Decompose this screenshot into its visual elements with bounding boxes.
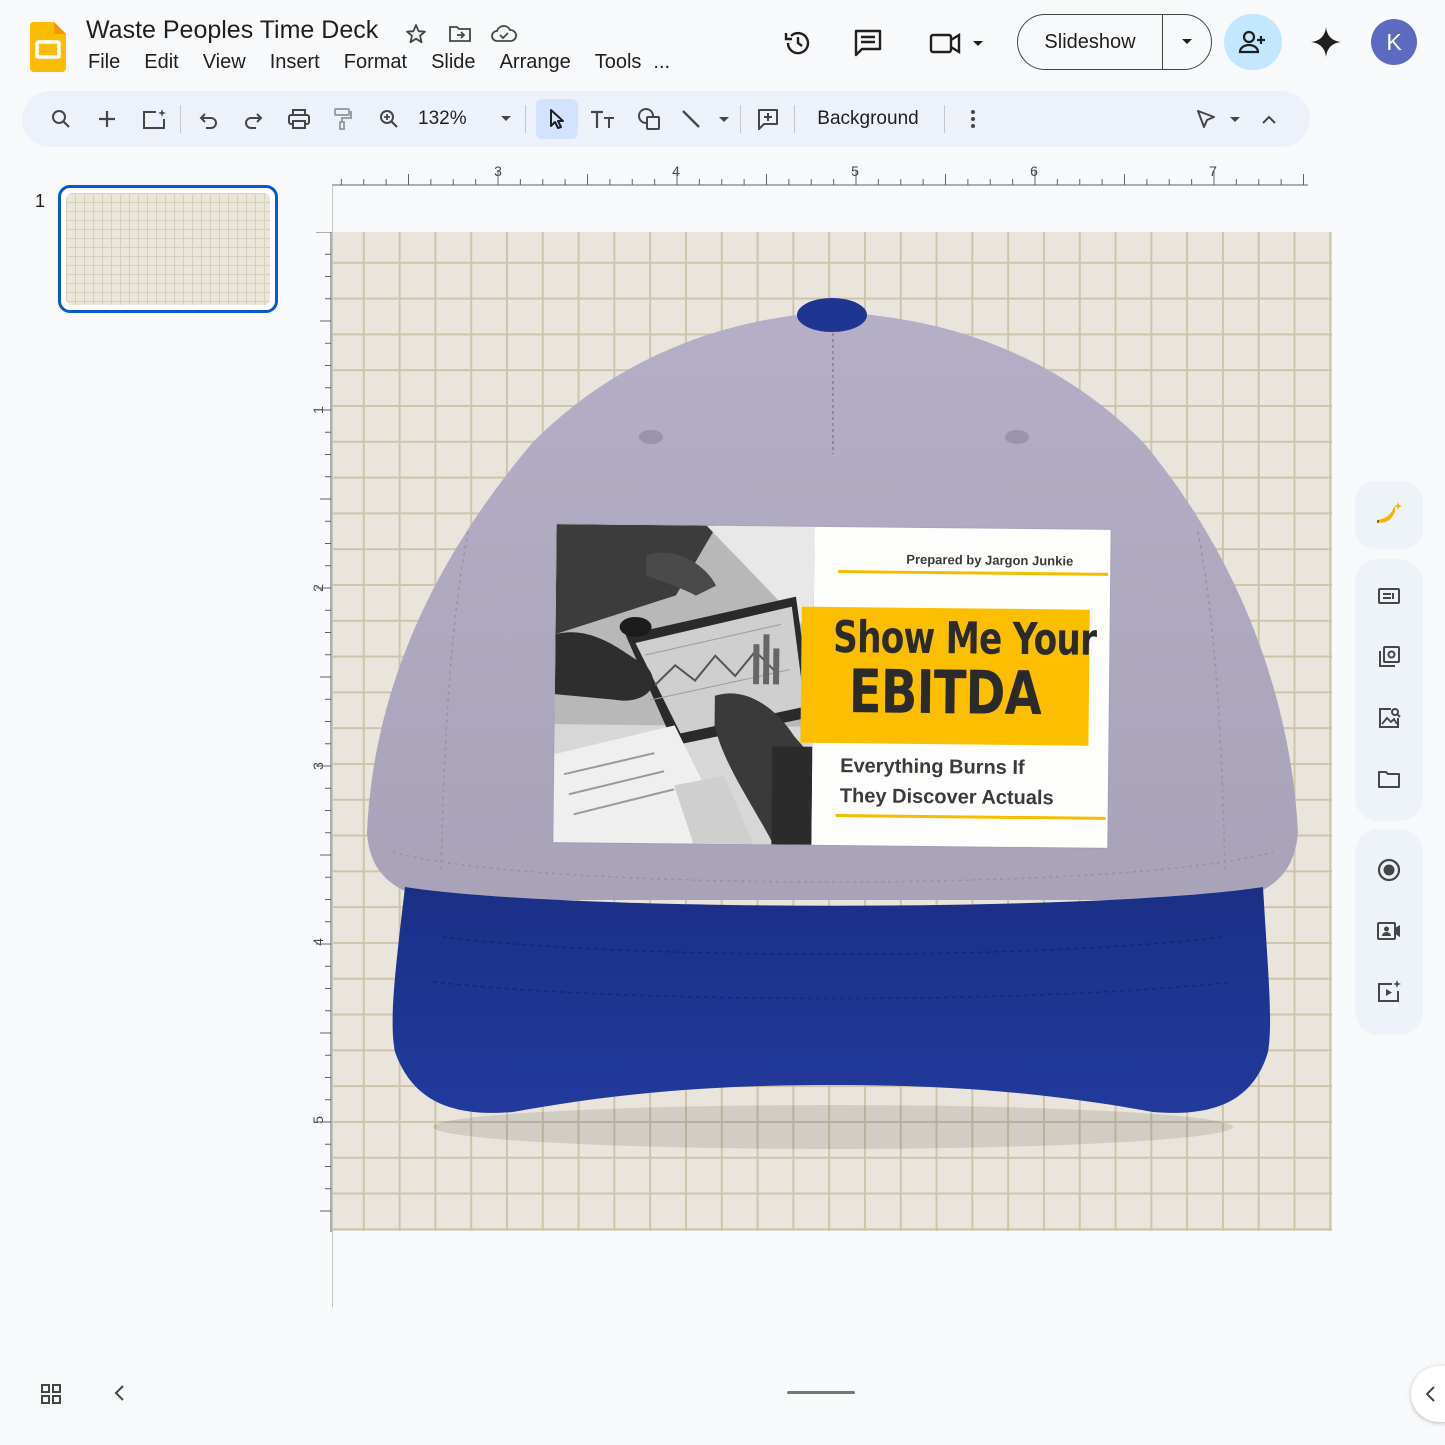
version-history-icon[interactable]	[779, 24, 817, 62]
speaker-notes-drag-handle[interactable]	[787, 1391, 855, 1394]
accent-line-top	[838, 570, 1109, 576]
line-tool-icon[interactable]	[676, 99, 734, 139]
slide-thumbnail[interactable]	[58, 185, 278, 313]
subheadline-line2: They Discover Actuals	[839, 785, 1054, 810]
business-chart-photo	[553, 524, 815, 845]
horizontal-ruler[interactable]: 3 4 5 6 7	[332, 160, 1308, 186]
slideshow-button[interactable]: Slideshow	[1018, 15, 1163, 69]
menu-edit[interactable]: Edit	[132, 51, 190, 74]
video-sparkle-icon[interactable]	[1375, 978, 1403, 1006]
document-title[interactable]: Waste Peoples Time Deck	[86, 16, 378, 45]
headline-line1: Show Me Your	[832, 612, 1097, 666]
shape-icon[interactable]	[630, 99, 668, 139]
ruler-label-5v: 5	[310, 1116, 326, 1124]
new-slide-with-layout-icon[interactable]	[134, 99, 174, 139]
speaker-notes-icon[interactable]	[1375, 582, 1403, 610]
ruler-label-7: 7	[1209, 163, 1217, 179]
accent-line-bottom	[835, 814, 1106, 820]
move-to-folder-icon[interactable]	[446, 20, 474, 48]
side-panel-tools	[1355, 559, 1423, 821]
menu-format[interactable]: Format	[332, 51, 419, 74]
side-panel-media	[1355, 829, 1423, 1035]
background-button[interactable]: Background	[808, 99, 928, 139]
menu-insert[interactable]: Insert	[258, 51, 332, 74]
pen-cursor-icon	[1197, 110, 1240, 128]
image-search-icon[interactable]	[1375, 704, 1403, 732]
menu-more[interactable]: ...	[653, 51, 682, 74]
slideshow-options-dropdown[interactable]	[1163, 15, 1211, 69]
gemini-icon[interactable]	[1306, 22, 1346, 62]
print-icon[interactable]	[282, 99, 316, 139]
meet-call-button[interactable]	[925, 24, 991, 62]
subheadline-line1: Everything Burns If	[840, 755, 1025, 780]
menu-file[interactable]: File	[76, 51, 132, 74]
menu-slide[interactable]: Slide	[419, 51, 487, 74]
banana-sparkle-button[interactable]	[1355, 481, 1423, 549]
headline-line2: EBITDA	[848, 657, 1042, 730]
zoom-value: 132%	[418, 108, 467, 129]
record-icon[interactable]	[1375, 856, 1403, 884]
share-button[interactable]	[1224, 14, 1282, 70]
folder-icon[interactable]	[1375, 765, 1403, 793]
grid-view-icon[interactable]	[40, 1383, 62, 1410]
insert-comment-icon[interactable]	[750, 99, 786, 139]
cloud-saved-icon[interactable]	[490, 20, 518, 48]
prepared-by-text: Prepared by Jargon Junkie	[906, 551, 1074, 569]
menu-view[interactable]: View	[191, 51, 258, 74]
select-tool-icon[interactable]	[536, 99, 578, 139]
ruler-label-6: 6	[1030, 163, 1038, 179]
undo-icon[interactable]	[192, 99, 226, 139]
text-box-icon[interactable]	[584, 99, 622, 139]
camera-overlay-icon[interactable]	[1375, 917, 1403, 945]
redo-icon[interactable]	[236, 99, 270, 139]
menu-tools[interactable]: Tools	[583, 51, 654, 74]
ruler-label-5: 5	[851, 163, 859, 179]
slides-logo-icon[interactable]	[29, 22, 66, 72]
subheadline: Everything Burns If They Discover Actual…	[840, 751, 1054, 813]
zoom-select[interactable]: 132%	[418, 99, 518, 139]
toolbar: 132% Background	[22, 91, 1310, 147]
star-icon[interactable]	[402, 20, 430, 48]
account-avatar[interactable]: K	[1371, 19, 1417, 65]
new-slide-icon[interactable]	[90, 99, 124, 139]
slide-library-icon[interactable]	[1375, 643, 1403, 671]
ruler-label-4v: 4	[310, 938, 326, 946]
printed-patch[interactable]: Prepared by Jargon Junkie Show Me Your E…	[553, 524, 1111, 848]
chevron-left-icon	[1425, 1386, 1435, 1402]
chevron-down-icon	[500, 116, 511, 121]
hide-menus-chevron-up-icon[interactable]	[1254, 99, 1284, 139]
vertical-ruler[interactable]: 1 2 3 4 5	[306, 231, 332, 1232]
editing-mode-dropdown[interactable]	[1190, 99, 1246, 139]
paint-format-icon[interactable]	[326, 99, 360, 139]
more-options-icon[interactable]	[958, 99, 988, 139]
collapse-filmstrip-chevron-left-icon[interactable]	[110, 1382, 128, 1409]
zoom-icon[interactable]	[372, 99, 406, 139]
slide-number: 1	[35, 191, 46, 211]
slide-canvas[interactable]: Prepared by Jargon Junkie Show Me Your E…	[333, 232, 1332, 1231]
show-side-panel-button[interactable]	[1411, 1366, 1445, 1422]
comments-icon[interactable]	[849, 24, 887, 62]
ruler-label-4: 4	[672, 163, 680, 179]
search-menus-icon[interactable]	[44, 99, 78, 139]
menu-arrange[interactable]: Arrange	[488, 51, 583, 74]
add-person-icon	[1238, 30, 1265, 54]
slideshow-button-group[interactable]: Slideshow	[1017, 14, 1212, 70]
headline: Show Me Your EBITDA	[801, 612, 1097, 730]
banana-sparkle-icon	[1377, 502, 1402, 523]
